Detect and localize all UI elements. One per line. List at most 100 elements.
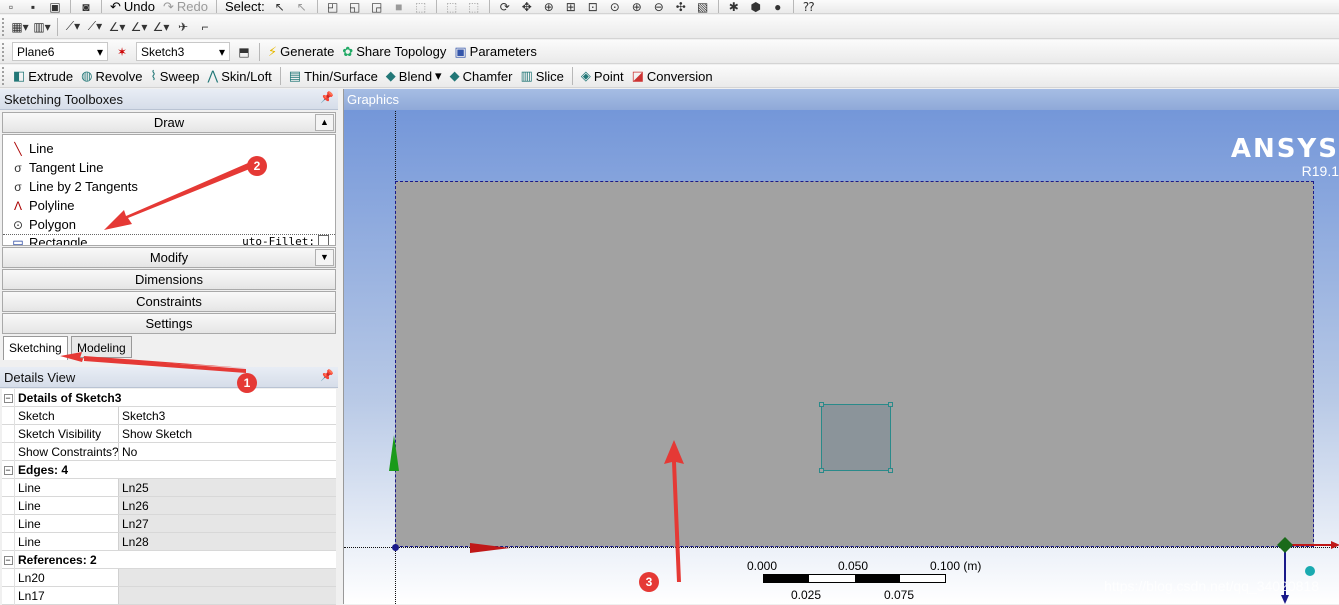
pan-icon[interactable]: ✥ [517, 0, 537, 13]
draw-section-header[interactable]: Draw ▲ [2, 112, 336, 133]
save-icon[interactable]: ▣ [45, 0, 65, 13]
tool-line-by-2-tangents[interactable]: σ Line by 2 Tangents [3, 177, 335, 196]
undo-button[interactable]: ↶ Undo [106, 0, 159, 13]
select-edges-icon[interactable]: ◱ [345, 0, 365, 13]
select-mode-icon[interactable]: ↖ [270, 0, 290, 13]
open-icon[interactable]: ▪ [23, 0, 43, 13]
scroll-up-icon[interactable]: ▲ [315, 114, 334, 131]
sweep-button[interactable]: ⌇ Sweep [146, 66, 203, 86]
constraints-section-header[interactable]: Constraints [2, 291, 336, 312]
dimensions-section-header[interactable]: Dimensions [2, 269, 336, 290]
vertex-point[interactable] [819, 402, 824, 407]
collapse-icon[interactable]: − [2, 389, 15, 407]
point-button[interactable]: ◈ Point [577, 66, 628, 86]
previous-view-icon[interactable]: ✣ [671, 0, 691, 13]
generate-button[interactable]: ⚡ Generate [264, 42, 338, 62]
modify-section-header[interactable]: Modify ▼ [2, 247, 336, 268]
pin-icon[interactable]: 📌 [320, 91, 334, 104]
select-faces-icon[interactable]: ◲ [367, 0, 387, 13]
blend-button[interactable]: ◆ Blend ▾ [382, 66, 446, 86]
details-group-header[interactable]: − Edges: 4 [2, 461, 336, 479]
rotate-icon[interactable]: ⟳ [495, 0, 515, 13]
zoom-to-fit-icon[interactable]: ⊡ [583, 0, 603, 13]
details-value[interactable]: Sketch3 [119, 407, 336, 424]
zoom-out-icon[interactable]: ⊖ [649, 0, 669, 13]
new-sketch-icon[interactable]: ⬒ [234, 43, 254, 61]
collapse-icon[interactable]: − [2, 551, 15, 569]
iso-view-icon[interactable]: ⬢ [746, 0, 766, 13]
skin-loft-button[interactable]: ⋀ Skin/Loft [204, 66, 276, 86]
details-row[interactable]: Ln20 [2, 569, 336, 587]
screenshot-icon[interactable]: ◙ [76, 0, 96, 13]
box-select-icon[interactable]: ⬚ [411, 0, 431, 13]
pin-icon[interactable]: 📌 [320, 369, 334, 382]
collapse-icon[interactable]: − [2, 461, 15, 479]
tab-modeling[interactable]: Modeling [71, 336, 132, 358]
sketch-inner-square[interactable] [819, 402, 893, 473]
tool-polygon[interactable]: ⊙ Polygon [3, 215, 335, 234]
extend-icon[interactable]: ⬚ [464, 0, 484, 13]
details-row[interactable]: Show Constraints? No [2, 443, 336, 461]
details-group-header[interactable]: − References: 2 [2, 551, 336, 569]
details-value[interactable]: No [119, 443, 336, 460]
new-angle-icon[interactable]: ∠▾ [107, 18, 127, 36]
sketch-corner-icon[interactable]: ⌐ [195, 18, 215, 36]
vertex-point[interactable] [888, 468, 893, 473]
details-row[interactable]: Line Ln26 [2, 497, 336, 515]
box-zoom-icon[interactable]: ⊞ [561, 0, 581, 13]
details-row[interactable]: Line Ln28 [2, 533, 336, 551]
slice-button[interactable]: ▥ Slice [516, 66, 567, 86]
details-row[interactable]: Sketch Visibility Show Sketch [2, 425, 336, 443]
vertex-point[interactable] [819, 468, 824, 473]
zoom-icon[interactable]: ⊕ [539, 0, 559, 13]
help-icon[interactable]: ⁇ [799, 0, 819, 13]
new-icon[interactable]: ▫ [1, 0, 21, 13]
new-plane-icon[interactable]: ⟋▾ [63, 18, 83, 36]
conversion-button[interactable]: ◪ Conversion [628, 66, 717, 86]
details-row[interactable]: Line Ln25 [2, 479, 336, 497]
tool-tangent-line[interactable]: σ Tangent Line [3, 158, 335, 177]
zoom-in-icon[interactable]: ⊕ [627, 0, 647, 13]
edge-display-icon[interactable]: ▥▾ [32, 18, 52, 36]
auto-fillet-checkbox[interactable] [318, 235, 329, 245]
graphics-viewport[interactable]: Graphics ANSYS R19.1 0.000 0.050 0.100 (… [343, 89, 1339, 604]
toolbar-grip[interactable] [2, 67, 6, 85]
details-row[interactable]: Line Ln27 [2, 515, 336, 533]
pin-icon[interactable]: ✈ [173, 18, 193, 36]
magnifier-icon[interactable]: ⊙ [605, 0, 625, 13]
select-filter-icon[interactable]: ↖ [292, 0, 312, 13]
share-topology-button[interactable]: ✿ Share Topology [338, 42, 450, 62]
select-bodies-icon[interactable]: ■ [389, 0, 409, 13]
details-row[interactable]: Ln17 [2, 587, 336, 605]
triad-icon[interactable]: ✱ [724, 0, 744, 13]
new-radius-icon[interactable]: ∠▾ [151, 18, 171, 36]
sketch-outer-rectangle[interactable] [395, 181, 1314, 547]
toolbar-grip[interactable] [2, 42, 6, 61]
display-mode-icon[interactable]: ▦▾ [10, 18, 30, 36]
tool-polyline[interactable]: Λ Polyline [3, 196, 335, 215]
vertex-point[interactable] [888, 402, 893, 407]
thin-surface-button[interactable]: ▤ Thin/Surface [285, 66, 382, 86]
expand-icon[interactable]: ⬚ [442, 0, 462, 13]
settings-section-header[interactable]: Settings [2, 313, 336, 334]
details-value[interactable]: Show Sketch [119, 425, 336, 442]
details-group-header[interactable]: − Details of Sketch3 [2, 389, 336, 407]
extrude-button[interactable]: ◧ Extrude [9, 66, 77, 86]
sketch-select[interactable]: Sketch3 ▾ [136, 42, 230, 61]
next-view-icon[interactable]: ▧ [693, 0, 713, 13]
revolve-button[interactable]: ◍ Revolve [77, 66, 146, 86]
tool-line[interactable]: ╲ Line [3, 139, 335, 158]
new-line-icon[interactable]: ⟋▾ [85, 18, 105, 36]
chamfer-button[interactable]: ◆ Chamfer [446, 66, 517, 86]
new-plane-axis-icon[interactable]: ✶ [112, 43, 132, 61]
tool-rectangle[interactable]: ▭ Rectangle uto-Fillet: [3, 234, 335, 245]
redo-button[interactable]: ↷ Redo [159, 0, 212, 13]
plane-select[interactable]: Plane6 ▾ [12, 42, 108, 61]
scroll-down-icon[interactable]: ▼ [315, 249, 334, 266]
display-point-icon[interactable]: ● [768, 0, 788, 13]
select-points-icon[interactable]: ◰ [323, 0, 343, 13]
details-row[interactable]: Sketch Sketch3 [2, 407, 336, 425]
parameters-button[interactable]: ▣ Parameters [450, 42, 541, 62]
tab-sketching[interactable]: Sketching [3, 336, 68, 360]
toolbar-grip[interactable] [2, 17, 6, 36]
